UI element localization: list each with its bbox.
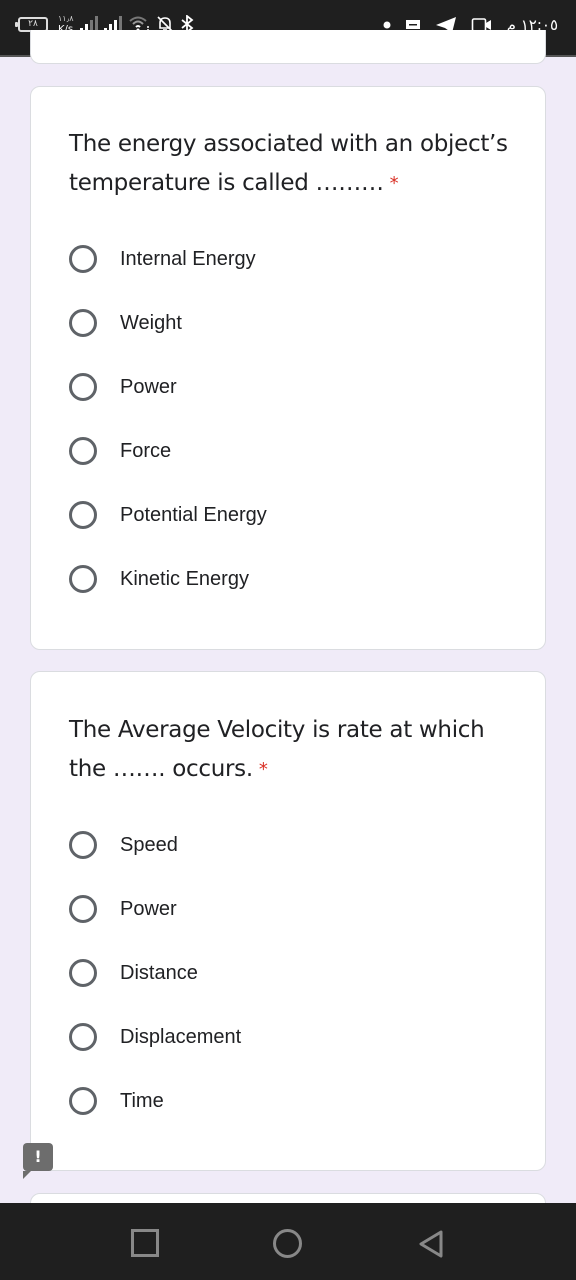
radio-option[interactable]: Speed	[69, 825, 469, 865]
option-label: Weight	[120, 311, 182, 334]
option-label: Speed	[120, 833, 178, 856]
network-speed-value: ١١٫٨	[58, 14, 74, 23]
question-text: The Average Velocity is rate at which th…	[69, 717, 485, 782]
question-card: The Average Velocity is rate at which th…	[30, 671, 546, 1171]
radio-button[interactable]	[69, 373, 97, 401]
required-marker: *	[258, 759, 268, 780]
option-label: Force	[120, 439, 172, 462]
radio-option[interactable]: Internal Energy	[69, 239, 469, 279]
dot-icon	[383, 21, 391, 29]
question-title: The Average Velocity is rate at which th…	[69, 711, 509, 789]
navigation-bar	[0, 1203, 576, 1280]
back-button[interactable]	[417, 1229, 445, 1259]
option-label: Distance	[120, 961, 198, 984]
radio-option[interactable]: Potential Energy	[69, 495, 469, 535]
exclamation-icon: !	[34, 1147, 42, 1166]
home-button[interactable]	[273, 1229, 302, 1258]
option-label: Power	[120, 897, 177, 920]
radio-option[interactable]: Displacement	[69, 1017, 469, 1057]
radio-button[interactable]	[69, 1023, 97, 1051]
option-label: Potential Energy	[120, 503, 267, 526]
radio-button[interactable]	[69, 309, 97, 337]
radio-option[interactable]: Force	[69, 431, 469, 471]
radio-button[interactable]	[69, 437, 97, 465]
recents-button[interactable]	[131, 1229, 159, 1257]
radio-option[interactable]: Power	[69, 889, 469, 929]
radio-button[interactable]	[69, 565, 97, 593]
radio-option[interactable]: Time	[69, 1081, 469, 1121]
option-label: Kinetic Energy	[120, 567, 249, 590]
option-label: Displacement	[120, 1025, 242, 1048]
question-title: The energy associated with an object’s t…	[69, 125, 509, 203]
report-feedback-button[interactable]: !	[23, 1143, 53, 1179]
option-label: Time	[120, 1089, 164, 1112]
radio-option[interactable]: Distance	[69, 953, 469, 993]
radio-button[interactable]	[69, 245, 97, 273]
radio-option[interactable]: Power	[69, 367, 469, 407]
option-label: Internal Energy	[120, 247, 256, 270]
previous-question-card	[30, 30, 546, 64]
radio-button[interactable]	[69, 959, 97, 987]
option-label: Power	[120, 375, 177, 398]
radio-option[interactable]: Kinetic Energy	[69, 559, 469, 599]
radio-button[interactable]	[69, 501, 97, 529]
question-text: The energy associated with an object’s t…	[69, 131, 508, 196]
battery-level: ٢٨	[28, 19, 38, 29]
required-marker: *	[389, 173, 399, 194]
radio-option[interactable]: Weight	[69, 303, 469, 343]
radio-button[interactable]	[69, 831, 97, 859]
radio-button[interactable]	[69, 895, 97, 923]
question-card: The energy associated with an object’s t…	[30, 86, 546, 650]
radio-button[interactable]	[69, 1087, 97, 1115]
